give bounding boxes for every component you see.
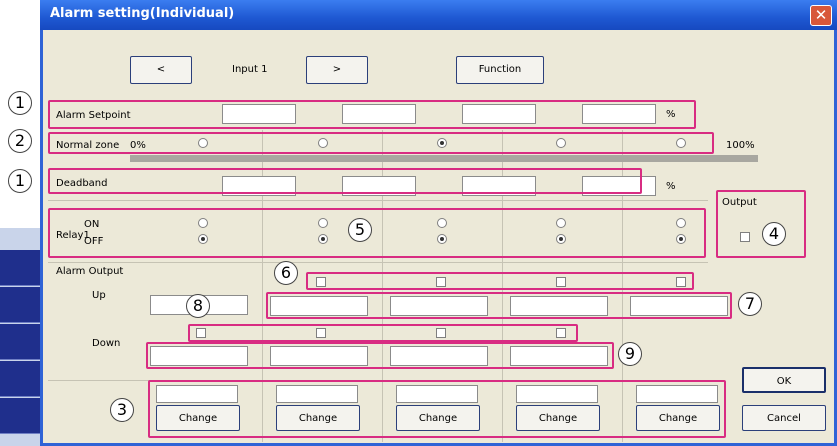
up-label: Up (92, 290, 106, 301)
function-button[interactable]: Function (456, 56, 544, 84)
annotation-box (306, 272, 694, 290)
background-row (0, 398, 44, 434)
input-label: Input 1 (232, 64, 268, 75)
grid-line (48, 262, 708, 263)
annotation-box (48, 132, 714, 154)
annotation-marker: 9 (618, 342, 642, 366)
down-label: Down (92, 338, 121, 349)
annotation-marker: 4 (762, 222, 786, 246)
annotation-marker: 6 (274, 261, 298, 285)
background-row (0, 324, 44, 360)
annotation-marker: 5 (348, 218, 372, 242)
zone-scale-bar (130, 155, 758, 162)
annotation-marker: 7 (738, 292, 762, 316)
annotation-marker: 1 (8, 169, 32, 193)
prev-button[interactable]: < (130, 56, 192, 84)
annotation-box (716, 190, 806, 258)
zone-end-label: 100% (726, 140, 755, 151)
annotation-box (48, 100, 696, 129)
annotation-box (48, 208, 706, 258)
annotation-box (48, 168, 642, 194)
annotation-box (148, 380, 726, 438)
annotation-marker: 2 (8, 129, 32, 153)
alarm-output-label: Alarm Output (56, 266, 124, 277)
annotation-marker: 1 (8, 91, 32, 115)
annotation-box (188, 324, 578, 342)
window-title: Alarm setting(Individual) (50, 6, 235, 21)
background-row (0, 287, 44, 323)
deadband-unit: % (666, 181, 676, 192)
grid-line (48, 200, 708, 201)
next-button[interactable]: > (306, 56, 368, 84)
annotation-box (146, 342, 614, 369)
background-row (0, 361, 44, 397)
annotation-marker: 3 (110, 398, 134, 422)
ok-button[interactable]: OK (742, 367, 826, 393)
cancel-button[interactable]: Cancel (742, 405, 826, 431)
annotation-box (266, 292, 732, 319)
close-icon[interactable]: ✕ (810, 5, 832, 26)
annotation-marker: 8 (186, 294, 210, 318)
background-row (0, 250, 44, 286)
